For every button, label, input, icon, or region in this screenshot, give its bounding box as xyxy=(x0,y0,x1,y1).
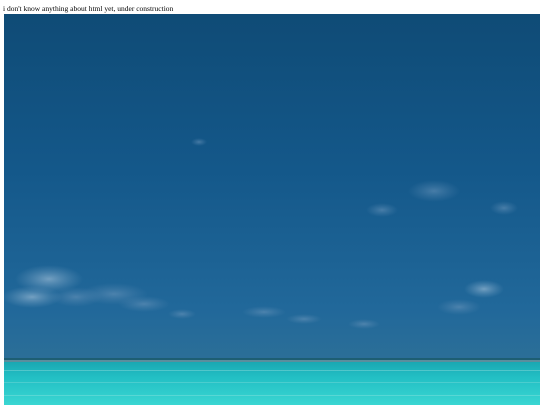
sea xyxy=(4,362,540,405)
page-text: i don't know anything about html yet, un… xyxy=(3,4,174,13)
photo-canvas xyxy=(4,14,540,405)
ocean-horizon-photo xyxy=(4,14,540,405)
